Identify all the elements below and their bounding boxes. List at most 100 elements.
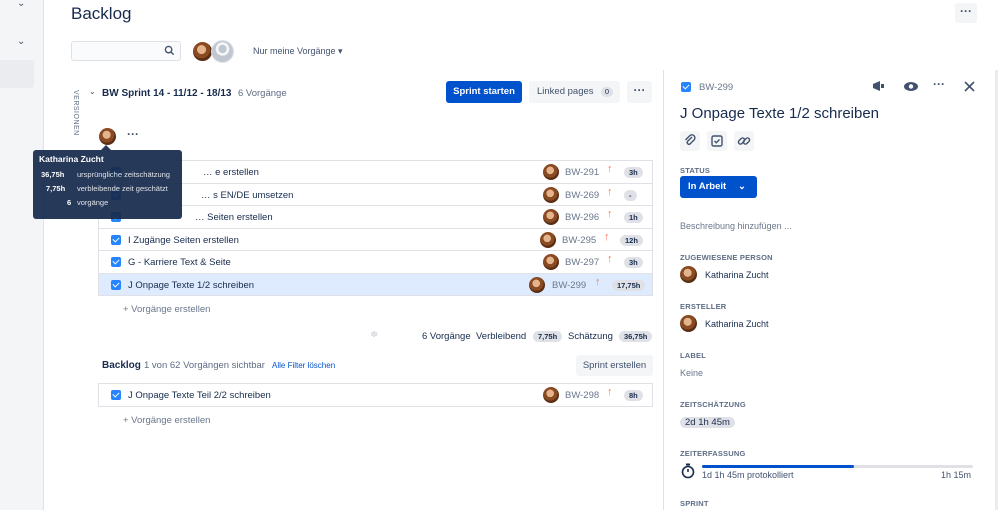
estimate-badge: 8h xyxy=(624,390,643,401)
only-my-issues-filter[interactable]: Nur meine Vorgänge ▾ xyxy=(253,46,343,57)
issue-key[interactable]: BW-297 xyxy=(565,257,599,268)
backlog-visible-count: 1 von 62 Vorgängen sichtbar xyxy=(144,360,265,371)
story-type-icon xyxy=(111,390,121,400)
chevron-down-icon: ⌄ xyxy=(738,181,746,192)
avatar xyxy=(680,266,697,283)
avatar xyxy=(529,276,545,293)
issue-key[interactable]: BW-269 xyxy=(565,190,599,201)
time-tracking-bar[interactable] xyxy=(702,465,973,468)
versions-panel-toggle[interactable]: VERSIONEN xyxy=(72,90,79,136)
create-issue-button[interactable]: + Vorgänge erstellen xyxy=(123,415,210,426)
issue-key[interactable]: BW-295 xyxy=(562,235,596,246)
sidebar-item-selected[interactable] xyxy=(0,60,34,88)
reporter-label: ERSTELLER xyxy=(680,302,727,311)
status-value: In Arbeit xyxy=(688,181,727,192)
issue-key[interactable]: BW-291 xyxy=(565,167,599,178)
list-item-selected[interactable]: J Onpage Texte 1/2 schreiben BW-299 ↑ 17… xyxy=(99,273,652,296)
attachment-icon[interactable] xyxy=(680,131,700,151)
story-type-icon xyxy=(111,234,121,245)
assignee-tooltip: Katharina Zucht 36,75h ursprüngliche zeit… xyxy=(33,145,182,219)
linked-pages-label: Linked pages xyxy=(537,86,594,97)
list-item[interactable]: G - Karriere Text & Seite BW-297 ↑ 3h xyxy=(99,251,652,274)
estimate-total-badge: 36,75h xyxy=(619,331,653,342)
linked-pages-count: 0 xyxy=(600,87,613,97)
issue-key[interactable]: BW-299 xyxy=(552,280,586,291)
avatar xyxy=(543,254,559,270)
subtask-icon[interactable] xyxy=(707,131,727,151)
estimate-badge: 12h xyxy=(620,234,643,246)
search-input[interactable] xyxy=(71,41,181,61)
footer-count: 6 Vorgänge xyxy=(422,331,471,342)
avatar xyxy=(543,387,559,403)
feedback-icon[interactable] xyxy=(871,79,887,93)
list-item[interactable]: J Onpage Texte Teil 2/2 schreiben BW-298… xyxy=(99,384,652,407)
labels-value[interactable]: Keine xyxy=(680,368,703,378)
estimate-badge: 17,75h xyxy=(612,279,646,291)
reporter-value[interactable]: Katharina Zucht xyxy=(705,319,769,329)
more-icon[interactable]: ··· xyxy=(127,127,139,141)
remaining-label: Verbleibend xyxy=(476,331,527,342)
issue-key[interactable]: BW-296 xyxy=(565,212,599,223)
list-item[interactable]: I Zugänge Seiten erstellen BW-295 ↑ 12h xyxy=(99,228,652,251)
chevron-down-icon[interactable]: ⌄ xyxy=(17,0,25,9)
story-type-icon xyxy=(111,279,121,290)
search-icon xyxy=(164,45,175,56)
estimate-badge: 1h xyxy=(624,212,643,223)
priority-up-icon: ↑ xyxy=(607,253,613,265)
labels-label: LABEL xyxy=(680,351,706,360)
chevron-down-icon[interactable]: ⌄ xyxy=(89,87,96,96)
description-placeholder[interactable]: Beschreibung hinzufügen ... xyxy=(680,221,792,231)
timetracking-label: ZEITERFASSUNG xyxy=(680,449,746,458)
chevron-down-icon[interactable]: ⌄ xyxy=(17,36,25,47)
original-estimate-badge[interactable]: 2d 1h 45m xyxy=(680,417,735,428)
backlog-title: Backlog xyxy=(102,360,141,371)
watch-icon[interactable] xyxy=(903,81,919,92)
assignee-label: ZUGEWIESENE PERSON xyxy=(680,253,773,262)
more-icon[interactable]: ··· xyxy=(627,81,652,103)
more-icon[interactable]: ··· xyxy=(933,77,945,91)
avatar xyxy=(543,164,559,180)
issue-summary: J Onpage Texte 1/2 schreiben xyxy=(128,279,255,291)
sprint-title: BW Sprint 14 - 11/12 - 18/13 xyxy=(102,88,232,99)
tooltip-label: ursprüngliche zeitschätzung xyxy=(77,170,170,179)
estimate-label: Schätzung xyxy=(568,331,613,342)
time-logged: 1d 1h 45m protokolliert xyxy=(702,470,794,480)
story-type-icon xyxy=(681,82,691,92)
issue-key[interactable]: BW-298 xyxy=(565,390,599,401)
avatar xyxy=(543,209,559,225)
detail-title[interactable]: J Onpage Texte 1/2 schreiben xyxy=(680,105,879,122)
create-sprint-button[interactable]: Sprint erstellen xyxy=(576,355,653,376)
scrollbar[interactable] xyxy=(995,70,998,510)
priority-up-icon: ↑ xyxy=(607,185,613,198)
tooltip-label: verbleibende zeit geschätzt xyxy=(77,184,168,193)
link-icon[interactable] xyxy=(734,131,754,151)
assignee-value[interactable]: Katharina Zucht xyxy=(705,270,769,280)
avatar xyxy=(680,315,697,332)
stopwatch-icon xyxy=(681,463,695,479)
avatar xyxy=(540,231,556,248)
avatar[interactable] xyxy=(99,128,116,145)
clear-filters-link[interactable]: Alle Filter löschen xyxy=(272,361,335,370)
status-dropdown[interactable]: In Arbeit ⌄ xyxy=(680,176,757,198)
estimate-badge: - xyxy=(624,189,637,201)
tooltip-value: 6 xyxy=(67,198,72,207)
issue-detail-panel: BW-299 ··· J Onpage Texte 1/2 schreiben … xyxy=(663,70,998,510)
estimate-badge: 3h xyxy=(624,257,643,268)
time-tracking-fill xyxy=(702,465,854,468)
avatar[interactable] xyxy=(211,40,234,63)
detail-issue-key[interactable]: BW-299 xyxy=(699,82,733,93)
priority-up-icon: ↑ xyxy=(607,208,613,220)
issue-summary: I Zugänge Seiten erstellen xyxy=(128,234,239,246)
close-icon[interactable] xyxy=(964,81,975,92)
start-sprint-button[interactable]: Sprint starten xyxy=(446,81,522,103)
sprint-issue-count: 6 Vorgänge xyxy=(238,88,287,99)
linked-pages-button[interactable]: Linked pages 0 xyxy=(529,81,620,103)
remaining-badge: 7,75h xyxy=(533,331,563,342)
create-issue-button[interactable]: + Vorgänge erstellen xyxy=(123,304,210,315)
priority-up-icon: ↑ xyxy=(604,230,610,243)
priority-up-icon: ↑ xyxy=(607,163,613,175)
issue-summary: … Seiten erstellen xyxy=(195,212,273,223)
tooltip-name: Katharina Zucht xyxy=(39,154,104,164)
more-icon[interactable]: ··· xyxy=(955,3,977,23)
estimate-label: ZEITSCHÄTZUNG xyxy=(680,400,746,409)
